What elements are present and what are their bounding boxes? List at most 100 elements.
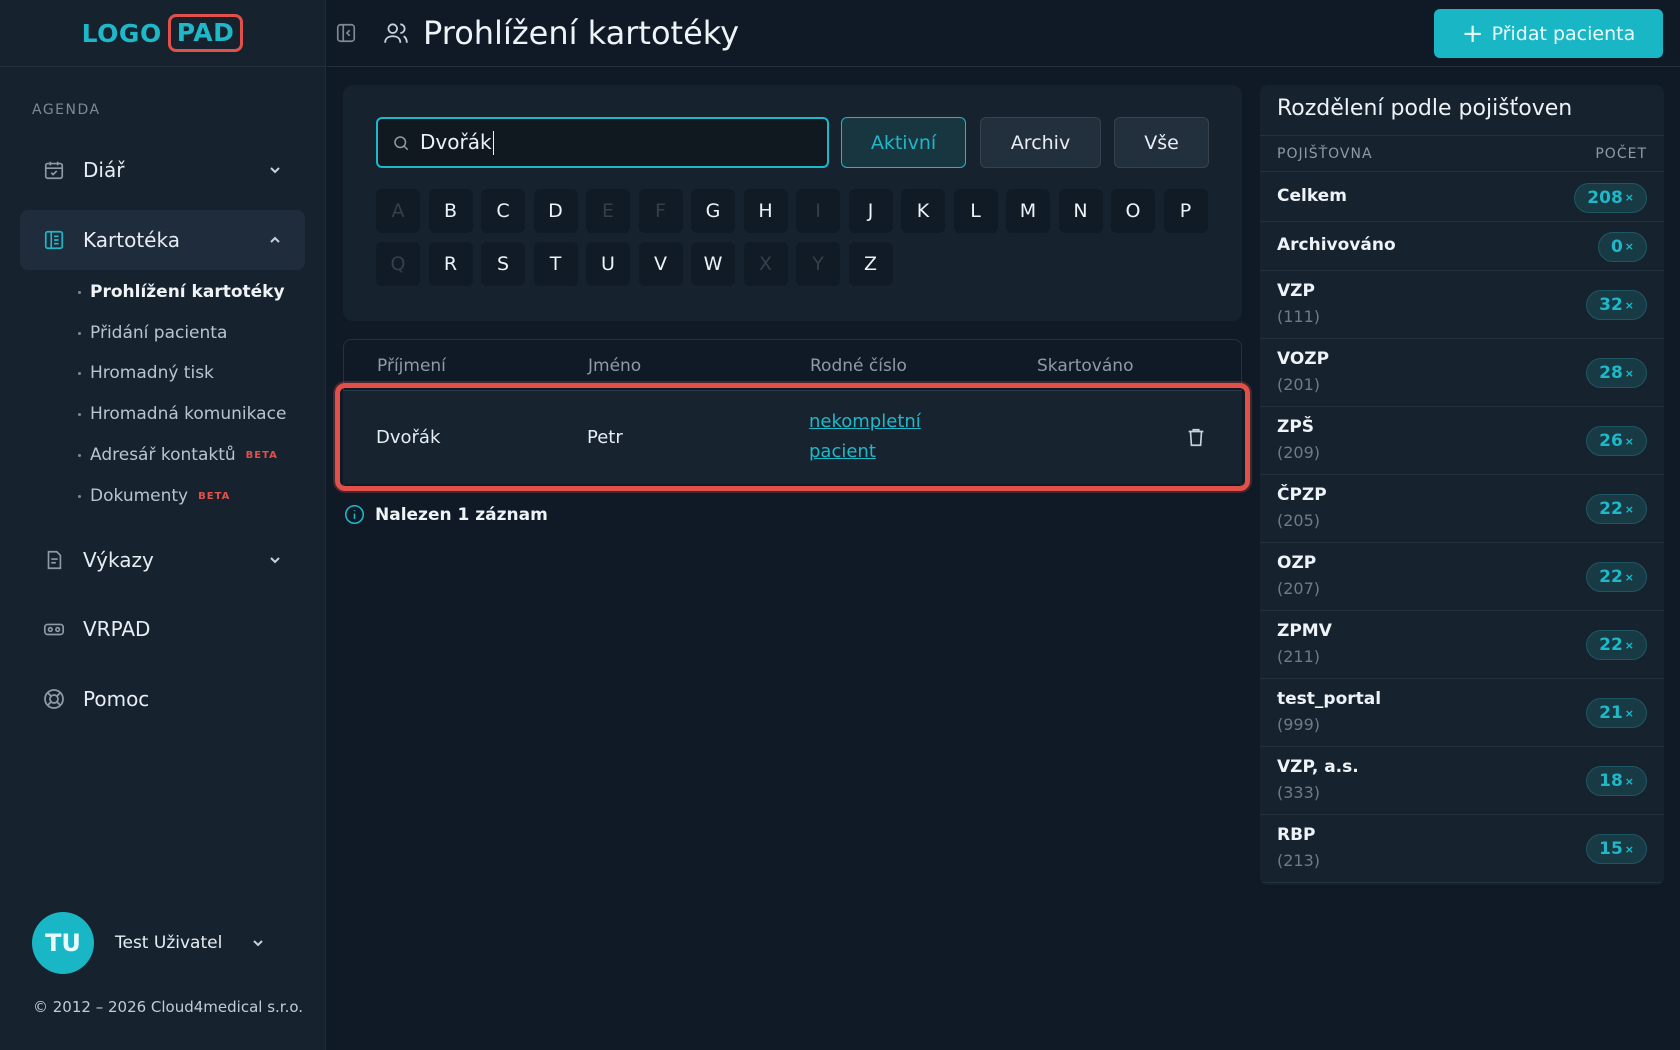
filter-all-button[interactable]: Vše xyxy=(1114,117,1209,168)
letter-filter-w[interactable]: W xyxy=(691,242,735,286)
insurance-name: VZP, a.s. xyxy=(1277,757,1359,777)
insurance-code: (999) xyxy=(1277,715,1321,734)
result-count: Nalezen 1 záznam xyxy=(344,504,548,525)
letter-filter-g[interactable]: G xyxy=(691,189,735,233)
search-value: Dvořák xyxy=(420,130,494,156)
letter-filter-y: Y xyxy=(796,242,840,286)
section-label: AGENDA xyxy=(32,102,101,118)
insurance-row: Archivováno 0 × xyxy=(1260,222,1664,271)
column-header-shredded[interactable]: Skartováno xyxy=(1037,356,1133,376)
sidebar-subitem-label: Hromadný tisk xyxy=(90,363,214,383)
insurance-row: Celkem 208 × xyxy=(1260,173,1664,222)
sidebar-subitem-prohlizeni[interactable]: Prohlížení kartotéky xyxy=(78,282,285,302)
insurance-row: test_portal (999) 21 × xyxy=(1260,679,1664,747)
insurance-name: ZPŠ xyxy=(1277,417,1315,437)
insurance-count-badge: 208 × xyxy=(1574,182,1647,213)
letter-filter-d[interactable]: D xyxy=(533,189,578,233)
bullet-icon xyxy=(78,494,81,498)
chevron-up-icon xyxy=(267,232,283,248)
sidebar-subitem-label: Adresář kontaktů xyxy=(90,445,236,465)
user-name: Test Uživatel xyxy=(115,933,223,953)
user-menu[interactable]: TU Test Uživatel xyxy=(32,912,266,974)
insurance-name: VOZP xyxy=(1277,349,1330,369)
letter-filter-j[interactable]: J xyxy=(848,189,893,233)
sidebar-item-label: Kartotéka xyxy=(83,228,180,252)
letter-filter-h[interactable]: H xyxy=(743,189,788,233)
search-value-text: Dvořák xyxy=(420,129,492,154)
insurance-code: (111) xyxy=(1277,307,1321,326)
sidebar-subitem-pridani[interactable]: Přidání pacienta xyxy=(78,323,227,343)
letter-filter-z[interactable]: Z xyxy=(848,242,893,286)
insurance-code: (201) xyxy=(1277,375,1321,394)
search-input[interactable]: Dvořák xyxy=(376,117,829,168)
column-header-name[interactable]: Jméno xyxy=(588,356,641,376)
sidebar-item-label: Pomoc xyxy=(83,687,150,711)
letter-filter-i: I xyxy=(796,189,840,233)
letter-filter-q: Q xyxy=(376,242,420,286)
insurance-name: Celkem xyxy=(1277,186,1347,206)
bullet-icon xyxy=(78,331,81,335)
letter-filter-s[interactable]: S xyxy=(481,242,525,286)
letter-filter-u[interactable]: U xyxy=(586,242,630,286)
letter-filter-f: F xyxy=(638,189,683,233)
letter-filter-x: X xyxy=(743,242,788,286)
sidebar-item-vrpad[interactable]: VRPAD xyxy=(20,599,305,659)
search-icon xyxy=(392,134,410,152)
insurance-row: RBP (213) 15 × xyxy=(1260,815,1664,883)
insurance-code: (207) xyxy=(1277,579,1321,598)
letter-filter-k[interactable]: K xyxy=(901,189,945,233)
insurance-col-count: POČET xyxy=(1595,146,1647,162)
sidebar-collapse-icon[interactable] xyxy=(335,22,357,44)
letter-filter-c[interactable]: C xyxy=(481,189,525,233)
add-patient-label: Přidat pacienta xyxy=(1491,22,1636,45)
insurance-name: test_portal xyxy=(1277,689,1382,709)
insurance-row: ZPMV (211) 22 × xyxy=(1260,611,1664,679)
sidebar-subitem-label: Prohlížení kartotéky xyxy=(90,282,285,302)
letter-filter-b[interactable]: B xyxy=(428,189,473,233)
insurance-name: OZP xyxy=(1277,553,1317,573)
count-suffix: × xyxy=(1624,502,1634,516)
letter-filter-t[interactable]: T xyxy=(533,242,578,286)
sidebar-subitem-komunikace[interactable]: Hromadná komunikace xyxy=(78,404,286,424)
sidebar-subitem-tisk[interactable]: Hromadný tisk xyxy=(78,363,214,383)
beta-badge: BETA xyxy=(245,449,278,461)
letter-filter-n[interactable]: N xyxy=(1058,189,1103,233)
letter-filter-o[interactable]: O xyxy=(1111,189,1155,233)
add-patient-button[interactable]: + Přidat pacienta xyxy=(1434,9,1663,58)
sidebar-subitem-adresar[interactable]: Adresář kontaktů BETA xyxy=(78,445,278,465)
sidebar-item-diar[interactable]: Diář xyxy=(20,140,305,200)
sidebar-item-pomoc[interactable]: Pomoc xyxy=(20,669,305,729)
insurance-code: (211) xyxy=(1277,647,1321,666)
sidebar-item-label: VRPAD xyxy=(83,617,151,641)
column-header-surname[interactable]: Příjmení xyxy=(377,356,446,376)
insurance-col-name: POJIŠŤOVNA xyxy=(1277,146,1373,162)
logo-row: LOGO PAD xyxy=(0,0,325,67)
logo[interactable]: LOGO PAD xyxy=(82,14,244,52)
filter-active-button[interactable]: Aktivní xyxy=(841,117,966,168)
column-header-birth-number[interactable]: Rodné číslo xyxy=(810,356,907,376)
sidebar-item-vykazy[interactable]: Výkazy xyxy=(20,530,305,590)
insurance-count-badge: 32 × xyxy=(1586,290,1647,320)
users-icon xyxy=(383,20,409,46)
insurance-name: ZPMV xyxy=(1277,621,1332,641)
insurance-count: 0 xyxy=(1610,236,1623,257)
bullet-icon xyxy=(78,453,81,457)
insurance-name: VZP xyxy=(1277,281,1315,301)
insurance-row: VOZP (201) 28 × xyxy=(1260,339,1664,407)
letter-filter-v[interactable]: V xyxy=(638,242,683,286)
letter-filter-m[interactable]: M xyxy=(1006,189,1050,233)
vr-headset-icon xyxy=(42,617,66,641)
page-title: Prohlížení kartotéky xyxy=(423,14,740,52)
sidebar-item-label: Diář xyxy=(83,158,125,182)
insurance-row: OZP (207) 22 × xyxy=(1260,543,1664,611)
bullet-icon xyxy=(78,290,81,294)
sidebar-item-kartoteka[interactable]: Kartotéka xyxy=(20,210,305,270)
letter-filter-p[interactable]: P xyxy=(1163,189,1208,233)
letter-filter-l[interactable]: L xyxy=(953,189,998,233)
sidebar-subitem-label: Přidání pacienta xyxy=(90,323,228,343)
letter-filter-r[interactable]: R xyxy=(428,242,473,286)
sidebar-subitem-dokumenty[interactable]: Dokumenty BETA xyxy=(78,486,230,506)
sidebar-item-label: Výkazy xyxy=(83,548,154,572)
insurance-count-badge: 22 × xyxy=(1586,630,1647,660)
filter-archive-button[interactable]: Archiv xyxy=(980,117,1101,168)
